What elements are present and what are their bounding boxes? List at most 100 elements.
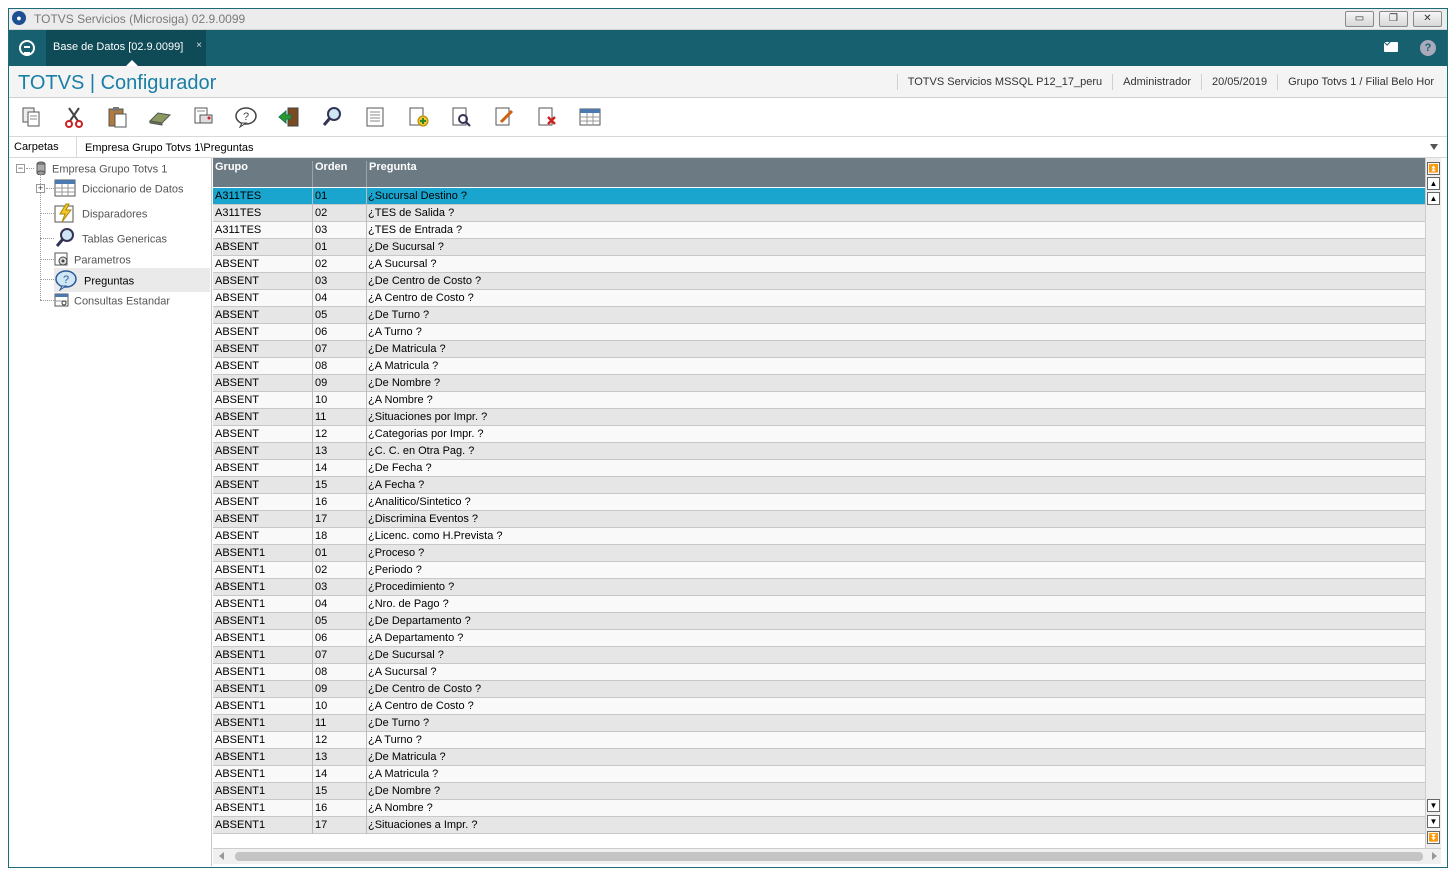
tree-item-tablas[interactable]: Tablas Genericas xyxy=(54,227,167,252)
cell-grupo: ABSENT xyxy=(215,445,260,457)
tree-item-diccionario[interactable]: Diccionario de Datos xyxy=(54,179,184,200)
table-row[interactable]: ABSENT1 01 ¿Proceso ? xyxy=(213,545,1425,562)
folder-path-select[interactable]: Empresa Grupo Totvs 1\Preguntas xyxy=(76,137,1448,158)
add-icon[interactable] xyxy=(405,104,431,130)
table-row[interactable]: ABSENT 09 ¿De Nombre ? xyxy=(213,375,1425,392)
table-row[interactable]: ABSENT1 05 ¿De Departamento ? xyxy=(213,613,1425,630)
expand-icon[interactable]: + xyxy=(36,184,45,193)
edit-icon[interactable] xyxy=(491,104,517,130)
scroll-thumb[interactable] xyxy=(235,852,1423,861)
exit-icon[interactable] xyxy=(276,104,302,130)
search-icon[interactable] xyxy=(319,104,345,130)
copy-icon[interactable] xyxy=(18,104,44,130)
table-row[interactable]: ABSENT1 08 ¿A Sucursal ? xyxy=(213,664,1425,681)
table-row[interactable]: ABSENT1 12 ¿A Turno ? xyxy=(213,732,1425,749)
questions-table: Grupo Orden Pregunta A311TES 01 ¿Sucursal … xyxy=(213,158,1425,834)
table-row[interactable]: ABSENT1 03 ¿Procedimiento ? xyxy=(213,579,1425,596)
table-row[interactable]: ABSENT 13 ¿C. C. en Otra Pag. ? xyxy=(213,443,1425,460)
table-row[interactable]: ABSENT1 07 ¿De Sucursal ? xyxy=(213,647,1425,664)
table-row[interactable]: ABSENT1 16 ¿A Nombre ? xyxy=(213,800,1425,817)
table-row[interactable]: ABSENT1 13 ¿De Matricula ? xyxy=(213,749,1425,766)
table-row[interactable]: A311TES 03 ¿TES de Entrada ? xyxy=(213,222,1425,239)
tree-item-label: Parametros xyxy=(74,254,131,267)
cell-orden: 15 xyxy=(315,785,328,797)
table-row[interactable]: ABSENT 03 ¿De Centro de Costo ? xyxy=(213,273,1425,290)
help-question-icon[interactable]: ? xyxy=(233,104,259,130)
table-row[interactable]: ABSENT 11 ¿Situaciones por Impr. ? xyxy=(213,409,1425,426)
eraser-icon[interactable] xyxy=(147,104,173,130)
scroll-top-icon[interactable]: ⏫ xyxy=(1427,162,1440,175)
tree-root[interactable]: Empresa Grupo Totvs 1 xyxy=(36,161,167,178)
table-row[interactable]: ABSENT 04 ¿A Centro de Costo ? xyxy=(213,290,1425,307)
tree-item-disparadores[interactable]: Disparadores xyxy=(54,203,147,226)
cell-grupo: A311TES xyxy=(215,207,262,219)
scroll-bottom-icon[interactable]: ⏬ xyxy=(1427,831,1440,844)
tree-item-consultas[interactable]: Consultas Estandar xyxy=(54,293,170,310)
application-window: ● TOTVS Servicios (Microsiga) 02.9.0099 … xyxy=(0,0,1456,876)
scroll-page-up-icon[interactable]: ▲ xyxy=(1427,177,1440,190)
cell-pregunta: ¿De Departamento ? xyxy=(368,615,471,627)
close-icon[interactable]: ✕ xyxy=(1413,11,1442,27)
table-row[interactable]: ABSENT1 04 ¿Nro. de Pago ? xyxy=(213,596,1425,613)
cell-grupo: ABSENT1 xyxy=(215,632,266,644)
table-row[interactable]: ABSENT 05 ¿De Turno ? xyxy=(213,307,1425,324)
table-row[interactable]: ABSENT1 11 ¿De Turno ? xyxy=(213,715,1425,732)
column-header-orden[interactable]: Orden xyxy=(313,161,367,187)
horizontal-scrollbar[interactable] xyxy=(213,848,1441,864)
table-row[interactable]: A311TES 01 ¿Sucursal Destino ? xyxy=(213,188,1425,205)
table-row[interactable]: ABSENT 15 ¿A Fecha ? xyxy=(213,477,1425,494)
table-row[interactable]: ABSENT 10 ¿A Nombre ? xyxy=(213,392,1425,409)
tab-close-icon[interactable]: × xyxy=(196,40,202,51)
table-row[interactable]: ABSENT 06 ¿A Turno ? xyxy=(213,324,1425,341)
scroll-page-down-icon[interactable]: ▼ xyxy=(1427,815,1440,828)
tree-item-preguntas[interactable]: ? Preguntas xyxy=(54,268,210,292)
print-icon[interactable] xyxy=(190,104,216,130)
paste-icon[interactable] xyxy=(104,104,130,130)
tab-base-de-datos[interactable]: Base de Datos [02.9.0099] × xyxy=(46,30,206,66)
database-icon xyxy=(36,161,46,178)
tree-item-parametros[interactable]: Parametros xyxy=(54,252,131,269)
table-row[interactable]: ABSENT1 09 ¿De Centro de Costo ? xyxy=(213,681,1425,698)
server-name: TOTVS Servicios MSSQL P12_17_peru xyxy=(896,74,1112,90)
table-row[interactable]: ABSENT1 14 ¿A Matricula ? xyxy=(213,766,1425,783)
collapse-icon[interactable]: − xyxy=(16,164,25,173)
help-icon[interactable]: ? xyxy=(1420,40,1436,56)
table-icon[interactable] xyxy=(577,104,603,130)
cell-pregunta: ¿C. C. en Otra Pag. ? xyxy=(368,445,475,457)
scroll-up-icon[interactable]: ▲ xyxy=(1427,192,1440,205)
mail-icon[interactable] xyxy=(1384,42,1398,52)
minimize-icon[interactable]: ▭ xyxy=(1345,11,1374,27)
delete-icon[interactable] xyxy=(534,104,560,130)
scroll-right-icon[interactable] xyxy=(1432,852,1437,860)
table-row[interactable]: ABSENT 07 ¿De Matricula ? xyxy=(213,341,1425,358)
list-icon[interactable] xyxy=(362,104,388,130)
vertical-scrollbar[interactable]: ⏫ ▲ ▲ ▼ ▼ ⏬ xyxy=(1425,158,1441,848)
app-icon: ● xyxy=(12,11,26,25)
table-row[interactable]: ABSENT 18 ¿Licenc. como H.Prevista ? xyxy=(213,528,1425,545)
table-row[interactable]: ABSENT1 06 ¿A Departamento ? xyxy=(213,630,1425,647)
table-row[interactable]: ABSENT 08 ¿A Matricula ? xyxy=(213,358,1425,375)
table-row[interactable]: A311TES 02 ¿TES de Salida ? xyxy=(213,205,1425,222)
preview-icon[interactable] xyxy=(448,104,474,130)
scroll-left-icon[interactable] xyxy=(219,852,224,860)
table-row[interactable]: ABSENT 17 ¿Discrimina Eventos ? xyxy=(213,511,1425,528)
column-header-grupo[interactable]: Grupo xyxy=(213,161,313,187)
title-bar: ● TOTVS Servicios (Microsiga) 02.9.0099 … xyxy=(8,8,1448,30)
totvs-logo-icon[interactable] xyxy=(19,40,35,56)
table-row[interactable]: ABSENT 14 ¿De Fecha ? xyxy=(213,460,1425,477)
chevron-down-icon[interactable] xyxy=(1430,144,1438,150)
table-row[interactable]: ABSENT1 15 ¿De Nombre ? xyxy=(213,783,1425,800)
table-row[interactable]: ABSENT1 02 ¿Periodo ? xyxy=(213,562,1425,579)
table-row[interactable]: ABSENT1 17 ¿Situaciones a Impr. ? xyxy=(213,817,1425,834)
cell-pregunta: ¿A Centro de Costo ? xyxy=(368,700,474,712)
tree-root-label: Empresa Grupo Totvs 1 xyxy=(52,163,168,176)
table-row[interactable]: ABSENT 12 ¿Categorias por Impr. ? xyxy=(213,426,1425,443)
table-row[interactable]: ABSENT 02 ¿A Sucursal ? xyxy=(213,256,1425,273)
cut-icon[interactable] xyxy=(61,104,87,130)
scroll-down-icon[interactable]: ▼ xyxy=(1427,799,1440,812)
restore-icon[interactable]: ❐ xyxy=(1379,11,1408,27)
table-row[interactable]: ABSENT 01 ¿De Sucursal ? xyxy=(213,239,1425,256)
table-row[interactable]: ABSENT1 10 ¿A Centro de Costo ? xyxy=(213,698,1425,715)
table-row[interactable]: ABSENT 16 ¿Analitico/Sintetico ? xyxy=(213,494,1425,511)
column-header-pregunta[interactable]: Pregunta xyxy=(367,161,1425,187)
